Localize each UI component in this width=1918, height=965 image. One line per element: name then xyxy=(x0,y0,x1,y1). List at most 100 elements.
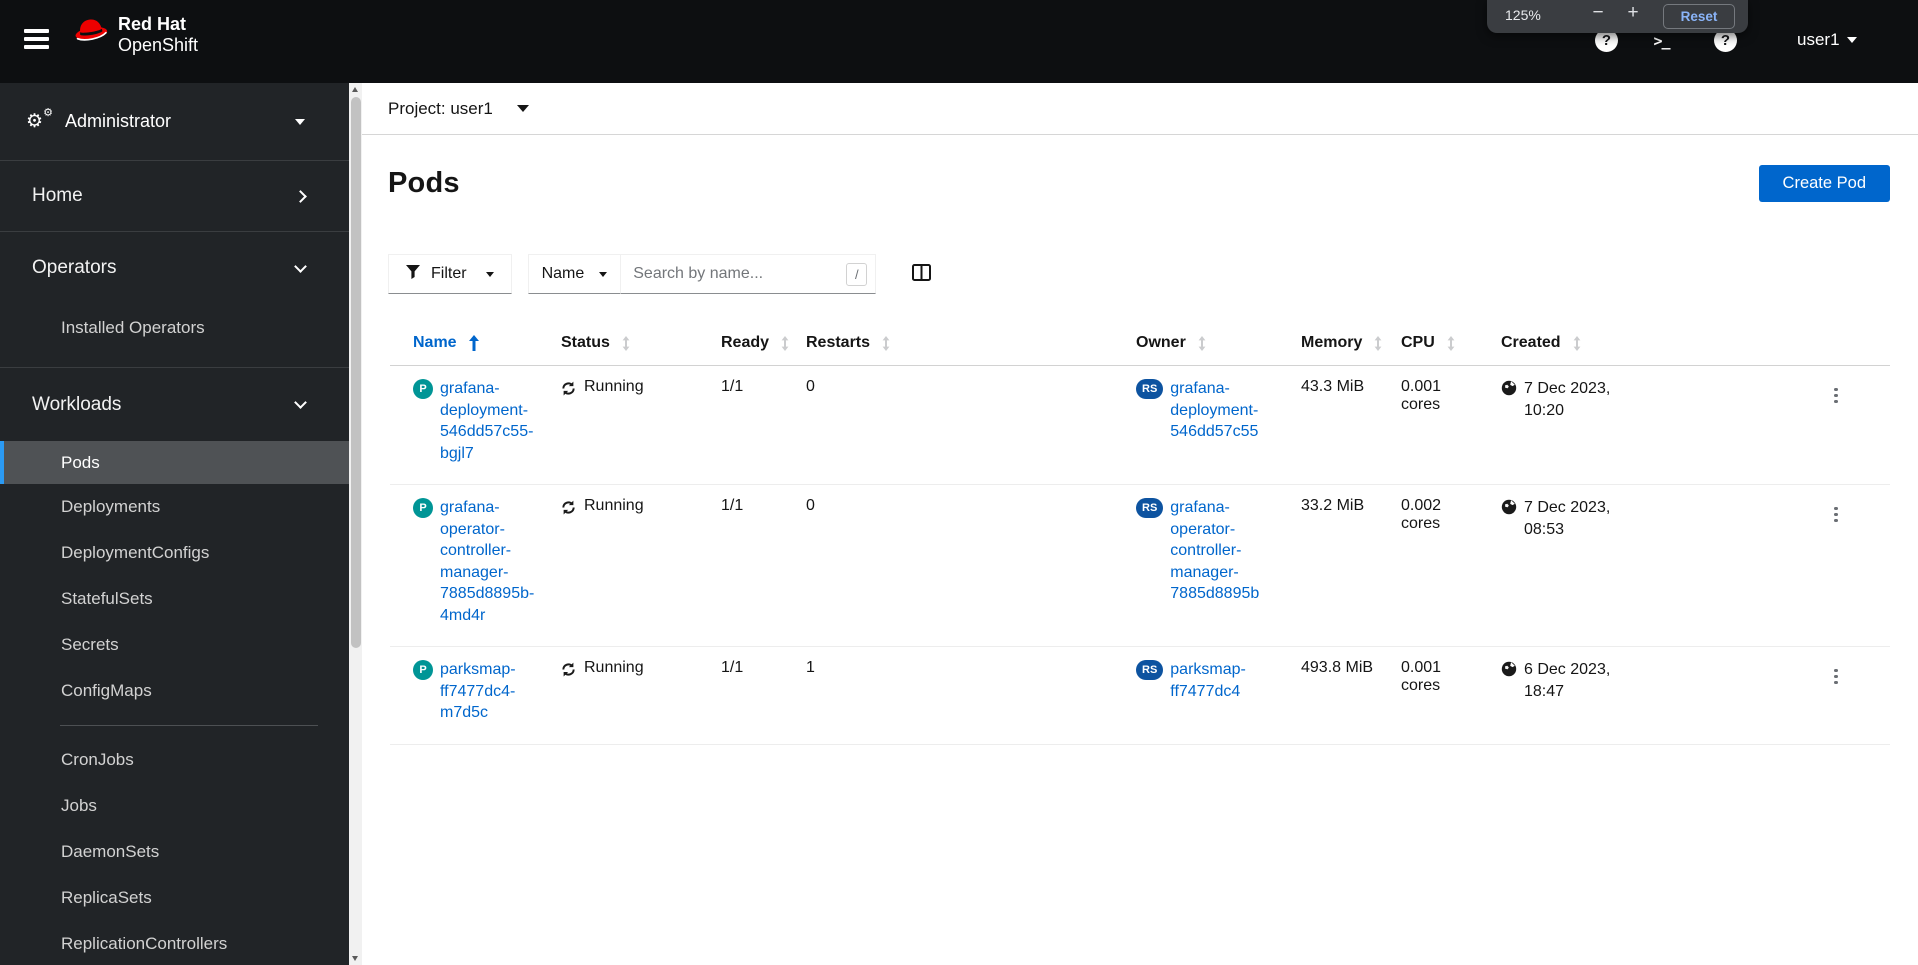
sidebar-item-workloads[interactable]: Workloads xyxy=(0,368,349,441)
sidebar-item-home[interactable]: Home xyxy=(0,161,349,232)
sort-icon xyxy=(1447,335,1455,351)
owner-cell: RS parksmap-ff7477dc4 xyxy=(1120,646,1285,745)
manage-columns-button[interactable] xyxy=(910,262,933,286)
name-filter-dropdown[interactable]: Name xyxy=(527,254,621,294)
scroll-down-icon[interactable] xyxy=(352,956,358,961)
sidebar-item-pods[interactable]: Pods xyxy=(0,441,349,484)
column-header-name[interactable]: Name xyxy=(390,324,545,366)
secrets-label: Secrets xyxy=(61,635,119,654)
sidebar-item-replicasets[interactable]: ReplicaSets xyxy=(0,875,349,921)
brand-line2: OpenShift xyxy=(118,35,199,55)
pod-badge: P xyxy=(413,660,433,680)
workloads-label: Workloads xyxy=(32,393,122,415)
column-header-cpu[interactable]: CPU xyxy=(1385,324,1485,366)
main-content: Project: user1 Pods Create Pod Filter Na… xyxy=(362,83,1918,965)
owner-cell: RS grafana-operator- controller-manager-… xyxy=(1120,484,1285,647)
column-header-actions xyxy=(1810,324,1890,366)
globe-icon xyxy=(1501,661,1517,677)
chevron-down-icon xyxy=(599,271,608,277)
user-menu[interactable]: user1 xyxy=(1797,30,1857,50)
sidebar-item-daemonsets[interactable]: DaemonSets xyxy=(0,829,349,875)
chevron-down-icon xyxy=(1846,37,1857,43)
sync-icon xyxy=(562,662,575,677)
jobs-label: Jobs xyxy=(61,796,97,815)
actions-cell xyxy=(1810,484,1890,647)
ready-cell: 1/1 xyxy=(705,484,790,647)
operators-label: Operators xyxy=(32,257,117,278)
sidebar-item-cronjobs[interactable]: CronJobs xyxy=(0,737,349,783)
masthead: Red Hat OpenShift ? >_ ? user1 125% − + … xyxy=(0,0,1918,83)
scrollbar-thumb[interactable] xyxy=(350,97,361,648)
search-box: / xyxy=(620,254,877,294)
scroll-up-icon[interactable] xyxy=(352,87,358,92)
create-pod-button[interactable]: Create Pod xyxy=(1758,165,1890,202)
column-header-status[interactable]: Status xyxy=(545,324,705,366)
pod-badge: P xyxy=(413,498,433,518)
column-header-owner[interactable]: Owner xyxy=(1120,324,1285,366)
deployments-label: Deployments xyxy=(61,497,161,516)
sync-icon xyxy=(562,381,575,396)
pod-link[interactable]: parksmap-ff7477dc4- m7d5c xyxy=(440,659,539,724)
pod-link[interactable]: grafana-operator- controller-manager- 78… xyxy=(440,497,539,626)
created-header-label: Created xyxy=(1501,334,1561,351)
table-row: P grafana-operator- controller-manager- … xyxy=(390,484,1890,647)
filter-dropdown[interactable]: Filter xyxy=(388,254,512,294)
column-header-restarts[interactable]: Restarts xyxy=(790,324,1120,366)
zoom-out-button[interactable]: − xyxy=(1585,2,1611,24)
redhat-fedora-icon xyxy=(72,15,110,56)
sidebar-item-operators[interactable]: Operators xyxy=(0,232,349,304)
owner-link[interactable]: grafana-operator- controller-manager- 78… xyxy=(1170,497,1279,605)
gears-icon: ⚙ ⚙ xyxy=(26,107,53,132)
sidebar-item-secrets[interactable]: Secrets xyxy=(0,622,349,668)
created-cell: 7 Dec 2023, 10:20 xyxy=(1485,365,1810,485)
column-header-ready[interactable]: Ready xyxy=(705,324,790,366)
brand-text: Red Hat OpenShift xyxy=(118,14,198,56)
vertical-scrollbar[interactable] xyxy=(349,83,362,965)
kebab-menu-icon[interactable] xyxy=(1826,503,1846,527)
memory-header-label: Memory xyxy=(1301,334,1363,351)
pod-link[interactable]: grafana-deployment- 546dd57c55-bgjl7 xyxy=(440,378,539,464)
home-label: Home xyxy=(32,185,83,206)
sidebar-item-replicationcontrollers[interactable]: ReplicationControllers xyxy=(0,921,349,965)
sidebar-item-deployments[interactable]: Deployments xyxy=(0,484,349,530)
statefulsets-label: StatefulSets xyxy=(61,589,153,608)
name-cell: P grafana-operator- controller-manager- … xyxy=(390,484,545,647)
sidebar-item-configmaps[interactable]: ConfigMaps xyxy=(0,668,349,714)
actions-cell xyxy=(1810,365,1890,485)
kebab-menu-icon[interactable] xyxy=(1826,665,1846,689)
zoom-in-button[interactable]: + xyxy=(1620,2,1646,24)
table-row: P grafana-deployment- 546dd57c55-bgjl7 R… xyxy=(390,365,1890,485)
created-cell: 7 Dec 2023, 08:53 xyxy=(1485,484,1810,647)
sidebar-item-deploymentconfigs[interactable]: DeploymentConfigs xyxy=(0,530,349,576)
sidebar-section-workloads: Workloads Pods Deployments DeploymentCon… xyxy=(0,368,349,965)
sidebar-item-jobs[interactable]: Jobs xyxy=(0,783,349,829)
owner-link[interactable]: grafana-deployment- 546dd57c55 xyxy=(1170,378,1279,443)
table-header-row: Name Status Ready Restarts Owner Memory … xyxy=(390,324,1890,366)
sidebar-item-installed-operators[interactable]: Installed Operators xyxy=(0,304,349,351)
sort-icon xyxy=(781,335,789,351)
sync-icon xyxy=(562,500,575,515)
filter-label: Filter xyxy=(431,265,467,282)
owner-link[interactable]: parksmap-ff7477dc4 xyxy=(1170,659,1279,702)
sidebar-item-statefulsets[interactable]: StatefulSets xyxy=(0,576,349,622)
brand-logo[interactable]: Red Hat OpenShift xyxy=(72,14,198,56)
restarts-cell: 0 xyxy=(790,365,1120,485)
filter-icon xyxy=(406,264,420,284)
search-input[interactable] xyxy=(633,265,847,283)
chevron-down-icon xyxy=(516,105,529,112)
perspective-switcher[interactable]: ⚙ ⚙ Administrator xyxy=(0,83,349,161)
kebab-menu-icon[interactable] xyxy=(1826,384,1846,408)
status-cell: Running xyxy=(545,365,705,485)
zoom-reset-button[interactable]: Reset xyxy=(1663,4,1735,29)
column-header-memory[interactable]: Memory xyxy=(1285,324,1385,366)
menu-toggle-icon[interactable] xyxy=(24,29,49,51)
name-filter-label: Name xyxy=(541,265,585,282)
daemonsets-label: DaemonSets xyxy=(61,842,160,861)
sort-icon xyxy=(1573,335,1580,351)
cpu-cell: 0.002 cores xyxy=(1385,484,1485,647)
restarts-cell: 0 xyxy=(790,484,1120,647)
sort-icon xyxy=(622,335,630,351)
column-header-created[interactable]: Created xyxy=(1485,324,1810,366)
installed-operators-label: Installed Operators xyxy=(61,317,205,337)
project-selector[interactable]: Project: user1 xyxy=(362,83,1918,135)
